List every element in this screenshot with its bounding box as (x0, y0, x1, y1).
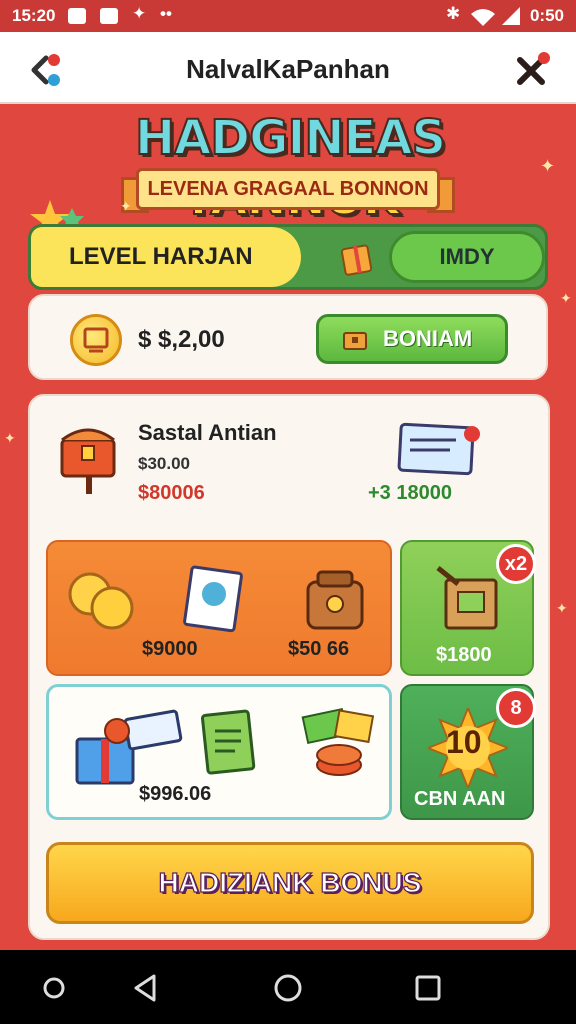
offer-card-level-ten[interactable]: 10 8 CBN AAN (400, 684, 536, 820)
back-nav-icon[interactable] (130, 972, 162, 1004)
sparkle-icon: ✦ (4, 430, 16, 446)
bonus-button-label: BONIAM (383, 326, 473, 351)
gift-box-icon (340, 244, 373, 276)
treasure-chest-icon (60, 428, 116, 494)
certificate-icon (183, 565, 243, 633)
bag-icon (306, 570, 364, 630)
tab-ready-button[interactable]: IMDY (389, 231, 545, 283)
system-nav-bar (0, 950, 576, 1024)
coins-icon (68, 572, 134, 630)
app-icon (68, 8, 86, 24)
card-label: CBN AAN (414, 788, 506, 810)
offer-price-red: $80006 (138, 482, 205, 504)
status-bar: 15:20 ✦ •• ✱ 0:50 (0, 0, 576, 32)
tab-level[interactable]: LEVEL HARJAN (31, 227, 301, 287)
offer-price-small: $30.00 (138, 454, 190, 473)
page-title: NalvalKaPanhan (186, 54, 390, 84)
game-title-part1: HADGINEAS (134, 109, 447, 167)
sparkle-icon: ✦ (556, 600, 568, 616)
gift-boxes-icon (75, 709, 183, 785)
status-time: 15:20 (12, 6, 56, 25)
ticket-icon (397, 422, 480, 476)
subtitle-ribbon: LEVENA GRAGAAL BONNON (121, 168, 455, 213)
wifi-icon (471, 9, 495, 26)
sparkle-icon: ✦ (560, 290, 572, 306)
level-number: 10 (446, 724, 482, 760)
document-icon (201, 709, 256, 775)
offer-price: $1800 (436, 644, 492, 666)
offer-price: $9000 (142, 638, 198, 660)
offer-card-gifts[interactable]: $996.06 (46, 684, 392, 820)
status-right-time: 0:50 (529, 6, 564, 25)
offer-price: $996.06 (139, 783, 212, 805)
bonus-button[interactable]: BONIAM (316, 314, 508, 364)
top-bar: NalvalKaPanhan (0, 32, 576, 104)
recent-dot-icon[interactable] (38, 972, 70, 1004)
sparkle-icon: ✦ (540, 156, 556, 176)
balance-card: $ $,2,00 BONIAM (28, 294, 548, 380)
more-dots-icon: •• (160, 4, 172, 23)
balance-amount: $ $,2,00 (138, 326, 225, 353)
cash-stack-icon (301, 707, 375, 776)
coin-icon (70, 314, 122, 366)
count-badge: 8 (496, 688, 536, 728)
bluetooth-icon: ✱ (446, 4, 461, 23)
chest-icon (343, 332, 367, 350)
offer-card-coins[interactable]: $9000 $50 66 (46, 540, 392, 676)
offer-price: $50 66 (288, 638, 350, 660)
offer-price-right: +3 18000 (368, 482, 452, 504)
overview-icon[interactable] (412, 972, 444, 1004)
offers-panel: Sastal Antian $30.00 $80006 +3 18000 $90… (28, 394, 550, 940)
offer-card-crate[interactable]: $1800 x2 (400, 540, 536, 676)
home-icon[interactable] (272, 972, 304, 1004)
notification-icon (100, 8, 118, 24)
claim-bonus-button[interactable]: HADIZIANK BONUS (46, 842, 534, 924)
multiplier-badge: x2 (496, 544, 536, 584)
signal-icon (502, 7, 520, 25)
sparkle-icon: ✦ (132, 4, 147, 23)
level-tab-bar: LEVEL HARJAN IMDY (28, 224, 548, 290)
offer-title: Sastal Antian (138, 420, 277, 445)
close-icon[interactable] (512, 50, 552, 90)
